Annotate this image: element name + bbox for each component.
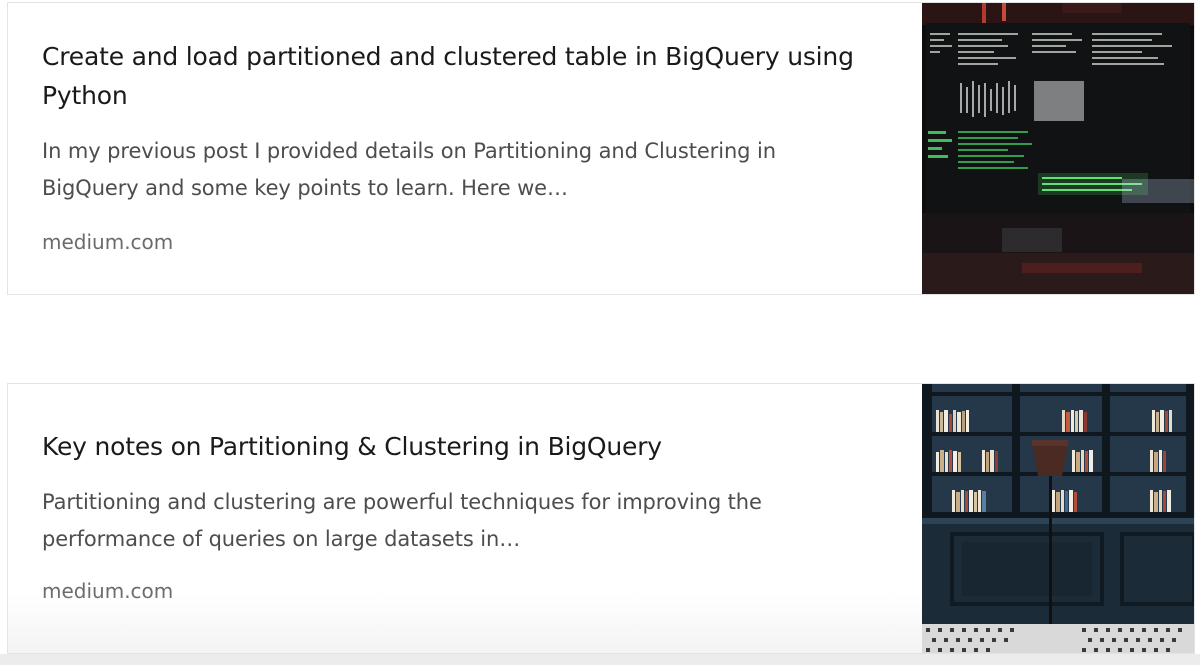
card-description: In my previous post I provided details o…: [42, 133, 882, 207]
card-description-line: Partitioning and clustering are powerful…: [42, 490, 762, 514]
card-description-line: BigQuery and some key points to learn. H…: [42, 176, 568, 200]
page-bottom-strip: [0, 654, 1200, 665]
card-description-line: performance of queries on large datasets…: [42, 527, 521, 551]
link-preview-card[interactable]: Key notes on Partitioning & Clustering i…: [7, 383, 1195, 654]
card-title[interactable]: Create and load partitioned and clustere…: [42, 3, 882, 115]
card-thumbnail[interactable]: [922, 384, 1194, 653]
bookshelf-lamp-photo-icon: [922, 384, 1194, 653]
card-source-domain: medium.com: [42, 230, 174, 254]
card-title-line: Key notes on Partitioning & Clustering i…: [42, 432, 662, 461]
card-title-line: Python: [42, 81, 128, 110]
card-text-area[interactable]: Create and load partitioned and clustere…: [8, 3, 922, 294]
link-preview-card[interactable]: Create and load partitioned and clustere…: [7, 2, 1195, 295]
card-text-area[interactable]: Key notes on Partitioning & Clustering i…: [8, 384, 922, 653]
card-thumbnail[interactable]: [922, 3, 1194, 294]
card-title[interactable]: Key notes on Partitioning & Clustering i…: [42, 384, 882, 466]
card-source-domain: medium.com: [42, 579, 174, 603]
card-description: Partitioning and clustering are powerful…: [42, 484, 882, 558]
code-monitor-photo-icon: [922, 3, 1194, 294]
card-description-line: In my previous post I provided details o…: [42, 139, 776, 163]
card-title-line: Create and load partitioned and clustere…: [42, 42, 854, 71]
